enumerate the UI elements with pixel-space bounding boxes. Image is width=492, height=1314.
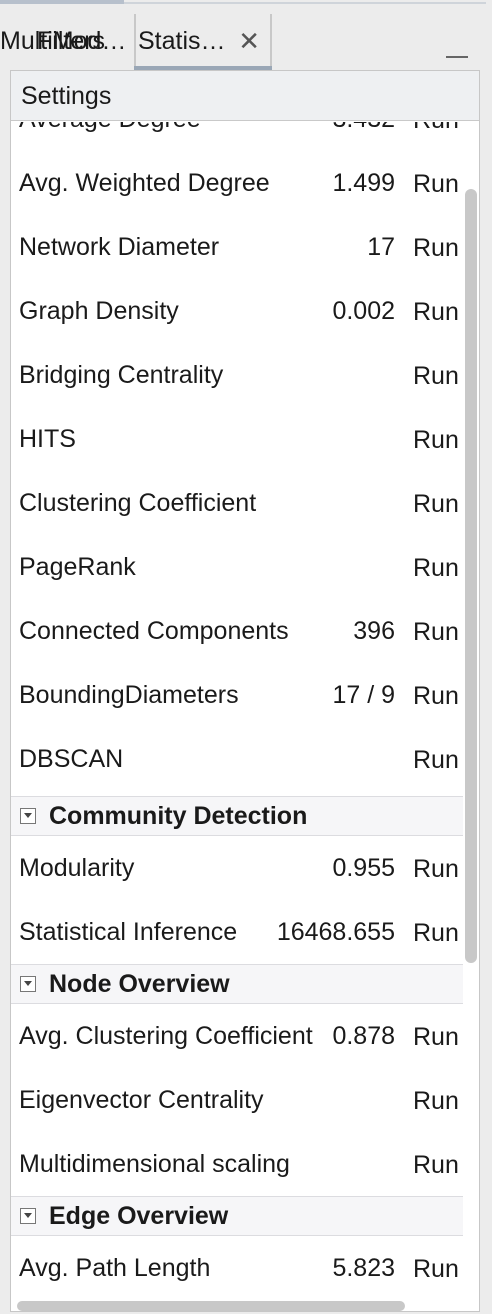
statistic-value: 16468.655 (276, 918, 395, 946)
statistic-name: Clustering Coefficient (19, 489, 257, 517)
run-button[interactable]: Run (413, 122, 459, 153)
run-button[interactable]: Run (413, 471, 459, 537)
statistic-row: Graph Density 0.002 Run (11, 279, 463, 343)
statistics-list[interactable]: Average Degree3.432RunAvg. Weighted Degr… (11, 122, 463, 1298)
run-button[interactable]: Run (413, 407, 459, 473)
statistic-row: Avg. Clustering Coefficient 0.878 Run (11, 1004, 463, 1068)
tab-multimode[interactable]: MultiMod… (0, 14, 126, 68)
collapse-toggle-icon[interactable] (20, 976, 36, 992)
run-button[interactable]: Run (413, 279, 459, 345)
run-button[interactable]: Run (413, 727, 459, 793)
vertical-scrollbar-thumb[interactable] (465, 189, 477, 963)
statistic-name: Connected Components (19, 617, 289, 645)
run-button[interactable]: Run (413, 215, 459, 281)
statistic-row: Network Diameter 17 Run (11, 215, 463, 279)
statistic-row: BoundingDiameters 17 / 9 Run (11, 663, 463, 727)
statistic-value: 3.432 (332, 122, 395, 151)
tab-bar: Filters Statis… ✕ MultiMod… (0, 14, 492, 70)
collapse-toggle-icon[interactable] (20, 1208, 36, 1224)
statistic-name: Avg. Clustering Coefficient (19, 1022, 313, 1050)
statistic-row: Connected Components 396 Run (11, 599, 463, 663)
statistic-value: 396 (353, 617, 395, 645)
statistic-value: 17 (367, 233, 395, 261)
statistics-panel: Settings Average Degree3.432RunAvg. Weig… (10, 70, 480, 1312)
tab-statistics[interactable]: Statis… ✕ (134, 14, 272, 70)
statistic-name: Avg. Weighted Degree (19, 169, 270, 197)
run-button[interactable]: Run (413, 343, 459, 409)
run-button[interactable]: Run (413, 599, 459, 665)
run-button[interactable]: Run (413, 1236, 459, 1298)
run-button[interactable]: Run (413, 535, 459, 601)
statistic-row: Multidimensional scaling Run (11, 1132, 463, 1196)
run-button[interactable]: Run (413, 1132, 459, 1198)
statistic-row: Eigenvector Centrality Run (11, 1068, 463, 1132)
section-title: Edge Overview (49, 1202, 229, 1230)
section-title: Node Overview (49, 970, 230, 998)
run-button[interactable]: Run (413, 836, 459, 902)
statistic-name: Average Degree (19, 122, 201, 151)
section-header-node[interactable]: Node Overview (11, 964, 463, 1004)
statistic-name: Modularity (19, 854, 135, 882)
statistic-name: BoundingDiameters (19, 681, 239, 709)
statistic-row: Bridging Centrality Run (11, 343, 463, 407)
statistic-value: 0.002 (332, 297, 395, 325)
run-button[interactable]: Run (413, 151, 459, 217)
top-window-strip (0, 0, 492, 6)
section-header-edge[interactable]: Edge Overview (11, 1196, 463, 1236)
statistic-name: HITS (19, 425, 76, 453)
strip-divider (124, 2, 486, 4)
minimize-icon[interactable] (446, 26, 470, 58)
statistic-value: 17 / 9 (332, 681, 395, 709)
statistic-name: Multidimensional scaling (19, 1150, 290, 1178)
active-strip-indicator (0, 0, 124, 4)
statistic-name: Network Diameter (19, 233, 220, 261)
close-icon[interactable]: ✕ (238, 14, 260, 68)
run-button[interactable]: Run (413, 1068, 459, 1134)
horizontal-scrollbar-thumb[interactable] (17, 1301, 405, 1311)
statistic-value: 5.823 (332, 1254, 395, 1282)
statistic-value: 0.878 (332, 1022, 395, 1050)
statistic-value: 0.955 (332, 854, 395, 882)
statistic-name: Eigenvector Centrality (19, 1086, 264, 1114)
statistic-row: PageRank Run (11, 535, 463, 599)
run-button[interactable]: Run (413, 1004, 459, 1070)
statistic-name: PageRank (19, 553, 136, 581)
statistic-name: Statistical Inference (19, 918, 238, 946)
statistic-row: Avg. Weighted Degree 1.499 Run (11, 151, 463, 215)
settings-button[interactable]: Settings (11, 71, 479, 121)
run-button[interactable]: Run (413, 663, 459, 729)
statistic-row: HITS Run (11, 407, 463, 471)
statistic-row: Average Degree 3.432 Run (11, 122, 463, 151)
run-button[interactable]: Run (413, 900, 459, 966)
statistic-name: DBSCAN (19, 745, 124, 773)
statistic-row: Clustering Coefficient Run (11, 471, 463, 535)
statistic-row: Avg. Path Length 5.823 Run (11, 1236, 463, 1298)
statistic-name: Graph Density (19, 297, 179, 325)
section-header-community[interactable]: Community Detection (11, 796, 463, 836)
statistic-value: 1.499 (332, 169, 395, 197)
statistic-name: Avg. Path Length (19, 1254, 211, 1282)
statistic-row: Modularity 0.955 Run (11, 836, 463, 900)
section-title: Community Detection (49, 802, 308, 830)
statistic-row: Statistical Inference 16468.655 Run (11, 900, 463, 964)
statistic-row: DBSCAN Run (11, 727, 463, 791)
collapse-toggle-icon[interactable] (20, 808, 36, 824)
statistic-name: Bridging Centrality (19, 361, 224, 389)
tab-statistics-label: Statis… (138, 27, 226, 55)
